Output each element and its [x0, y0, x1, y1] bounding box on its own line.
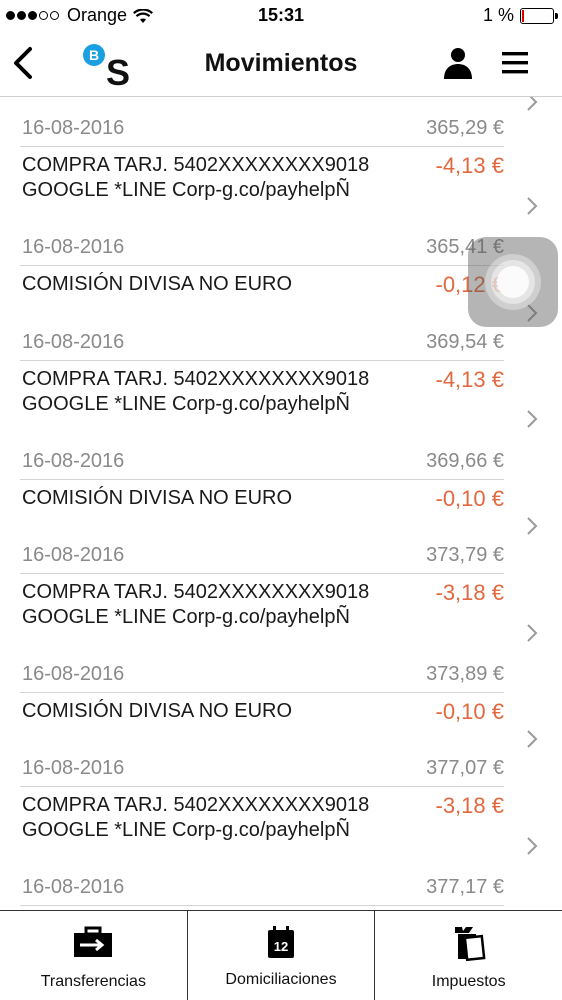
transaction-date: 16-08-2016 [22, 757, 125, 779]
tab-bar: Transferencias 12 Domiciliaciones Impues… [0, 910, 562, 1000]
transaction-amount: -0,10 € [435, 699, 505, 724]
tab-transferencias[interactable]: Transferencias [0, 911, 188, 1000]
transaction-date: 16-08-2016 [22, 331, 125, 353]
transaction-amount: -3,18 € [435, 580, 505, 605]
transaction-description: COMPRA TARJ. 5402XXXXXXXX9018 GOOGLE *LIN… [22, 581, 370, 628]
balance: 365,29 € [426, 117, 504, 139]
nav-bar: B S Movimientos [0, 32, 562, 97]
transaction-date: 16-08-2016 [22, 236, 125, 258]
balance: 369,66 € [426, 450, 504, 472]
balance: 377,17 € [426, 876, 504, 898]
chevron-right-icon [527, 410, 538, 428]
status-bar: Orange 15:31 1 % [0, 0, 562, 32]
tab-impuestos[interactable]: Impuestos [375, 911, 562, 1000]
transaction-date: 16-08-2016 [22, 663, 125, 685]
balance: 373,89 € [426, 663, 504, 685]
transaction-amount: -4,13 € [435, 367, 505, 392]
menu-icon[interactable] [500, 50, 530, 76]
transaction-date: 16-08-2016 [22, 544, 125, 566]
balance: 369,54 € [426, 331, 504, 353]
transaction-amount: -4,13 € [435, 153, 505, 178]
transaction-amount: -3,18 € [435, 793, 505, 818]
transaction-date: 16-08-2016 [22, 876, 125, 898]
date-row: 16-08-2016 373,79 € [0, 524, 562, 574]
briefcase-arrow-icon [74, 926, 113, 957]
chevron-right-icon [527, 837, 538, 855]
transaction-amount: -0,10 € [435, 486, 505, 511]
balance: 373,79 € [426, 544, 504, 566]
transaction-description: COMPRA TARJ. 5402XXXXXXXX9018 GOOGLE *LIN… [22, 368, 370, 415]
date-row: 16-08-2016 369,66 € [0, 430, 562, 480]
tab-label: Domiciliaciones [225, 971, 337, 988]
battery-icon [520, 7, 558, 24]
date-row: 16-08-2016 377,17 € [0, 856, 562, 906]
transaction-description: COMISIÓN DIVISA NO EURO [22, 273, 293, 295]
tab-domiciliaciones[interactable]: 12 Domiciliaciones [188, 911, 376, 1000]
calendar-icon: 12 [268, 926, 294, 958]
assistive-touch-button[interactable] [468, 237, 558, 327]
documents-icon [454, 927, 486, 961]
tab-label: Transferencias [40, 973, 146, 990]
chevron-right-icon [527, 197, 538, 215]
battery-group: 1 % [482, 5, 558, 26]
transaction-description: COMISIÓN DIVISA NO EURO [22, 487, 293, 509]
battery-percent: 1 % [482, 5, 514, 25]
transaction-description: COMPRA TARJ. 5402XXXXXXXX9018 GOOGLE *LIN… [22, 794, 370, 841]
transaction-date: 16-08-2016 [22, 117, 125, 139]
page-title: Movimientos [204, 49, 358, 77]
tab-label: Impuestos [431, 973, 506, 990]
date-row: 16-08-2016 373,89 € [0, 643, 562, 693]
transaction-date: 16-08-2016 [22, 450, 125, 472]
status-time: 15:31 [257, 5, 305, 25]
date-row: 16-08-2016 365,29 € [0, 97, 562, 147]
balance: 377,07 € [426, 757, 504, 779]
profile-icon[interactable] [442, 46, 474, 82]
transaction-description: COMPRA TARJ. 5402XXXXXXXX9018 GOOGLE *LIN… [22, 154, 370, 201]
svg-text:12: 12 [274, 939, 288, 954]
date-row: 16-08-2016 377,07 € [0, 737, 562, 787]
transactions-list[interactable]: 16-08-2016 365,29 € COMPRA TARJ. 5402XXX… [0, 97, 562, 911]
transaction-description: COMISIÓN DIVISA NO EURO [22, 700, 293, 722]
chevron-right-icon [527, 624, 538, 642]
